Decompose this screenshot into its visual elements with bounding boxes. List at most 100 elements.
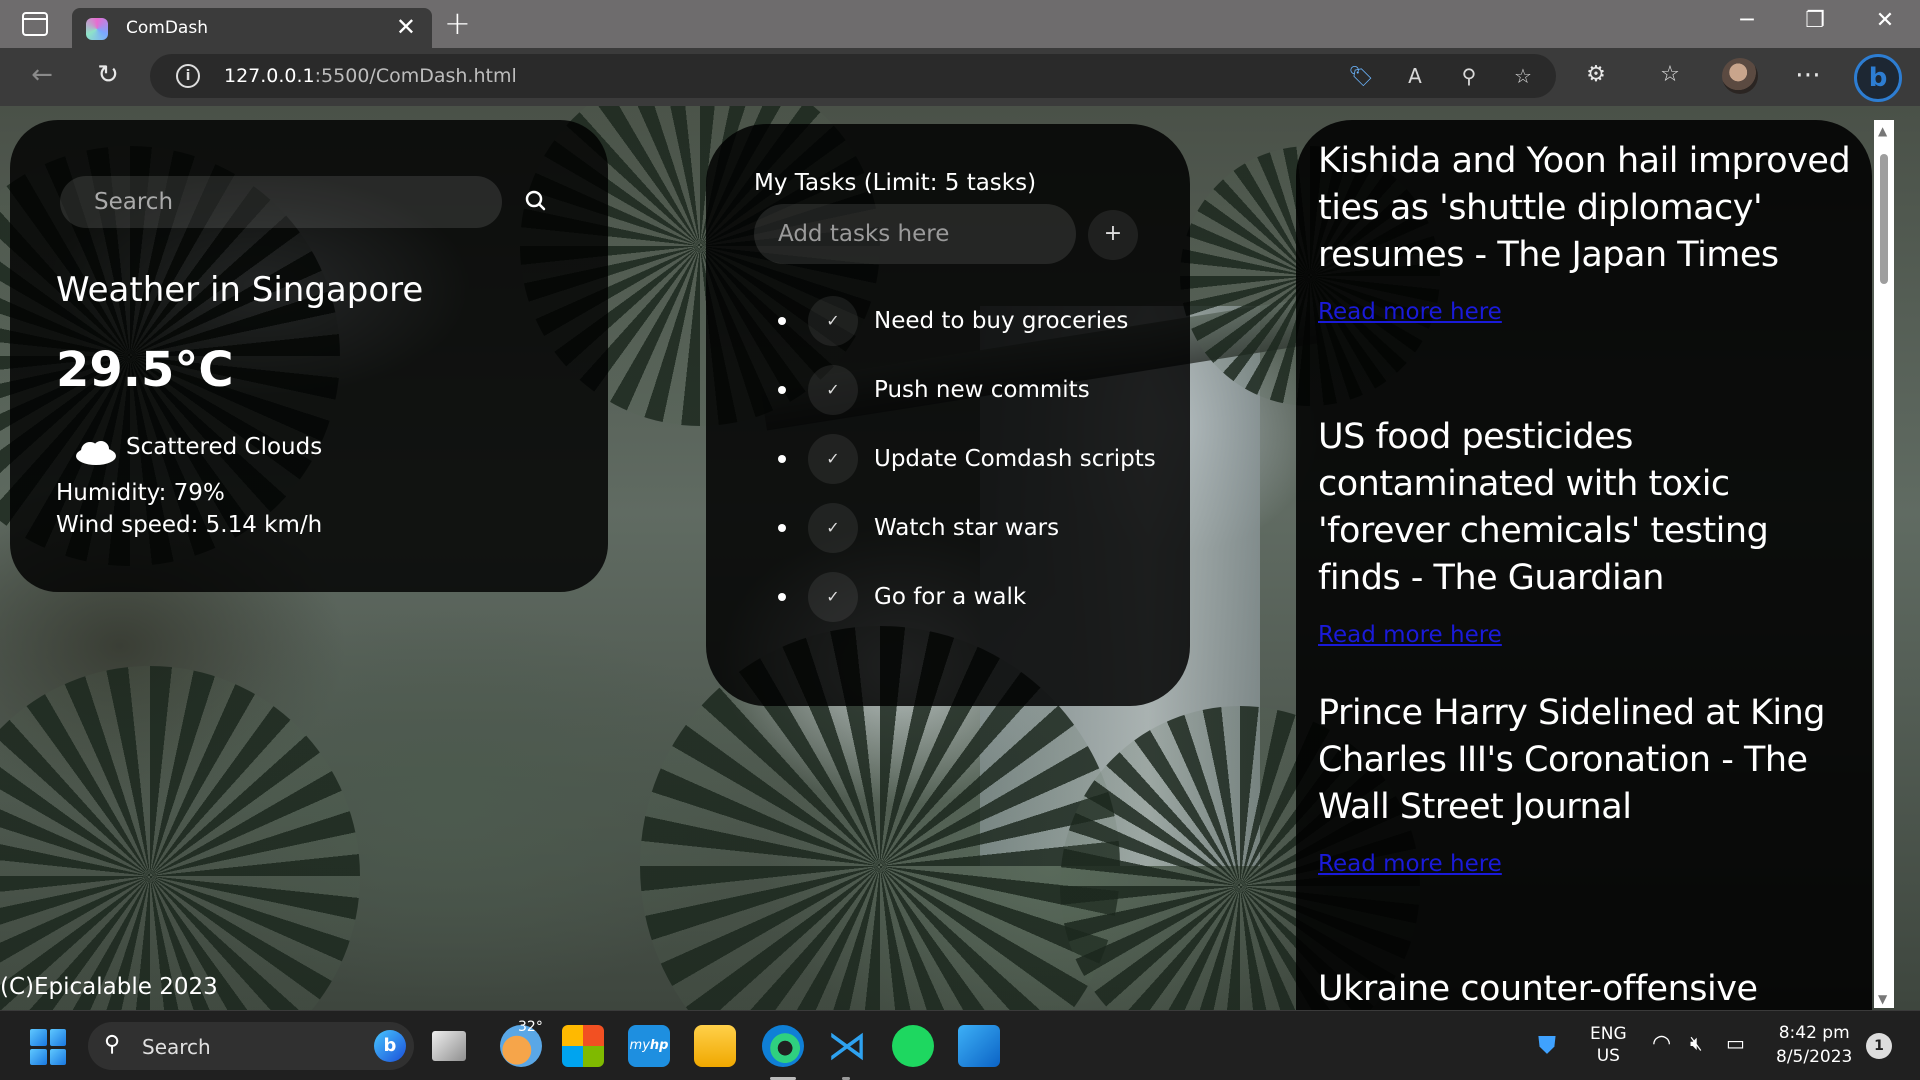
- task-view-icon[interactable]: [432, 1031, 466, 1061]
- task-label: Update Comdash scripts: [874, 445, 1156, 472]
- task-label: Need to buy groceries: [874, 307, 1129, 334]
- taskbar-search-label: Search: [142, 1035, 211, 1059]
- add-favorite-icon[interactable]: ☆: [1508, 64, 1538, 88]
- page-scrollbar[interactable]: ▲ ▼: [1874, 120, 1894, 1008]
- read-more-link[interactable]: Read more here: [1318, 299, 1858, 325]
- weather-title: Weather in Singapore: [56, 270, 424, 310]
- news-item: Prince Harry Sidelined at King Charles I…: [1318, 690, 1858, 877]
- windows-start-icon[interactable]: [30, 1029, 66, 1065]
- bullet-icon: [778, 454, 786, 463]
- weather-widget-temp: 32°: [518, 1019, 543, 1035]
- restore-icon[interactable]: ❐: [1790, 8, 1840, 33]
- humidity-text: Humidity: 79%: [56, 480, 225, 506]
- scroll-thumb[interactable]: [1880, 154, 1888, 284]
- file-explorer-icon[interactable]: [694, 1025, 736, 1067]
- read-more-link[interactable]: Read more here: [1318, 622, 1858, 648]
- news-item: Ukraine counter-offensive: [1318, 966, 1858, 1010]
- tab-title: ComDash: [126, 18, 208, 38]
- favorites-icon[interactable]: ☆: [1652, 60, 1688, 90]
- add-task-button[interactable]: +: [1088, 210, 1138, 260]
- check-icon[interactable]: ✓: [808, 502, 858, 553]
- tasks-card: My Tasks (Limit: 5 tasks) + ✓ Need to bu…: [706, 124, 1190, 706]
- task-item: ✓ Update Comdash scripts: [754, 424, 1156, 493]
- search-icon: [525, 190, 546, 211]
- close-window-icon[interactable]: ✕: [1860, 8, 1910, 33]
- battery-icon[interactable]: ▭: [1726, 1031, 1745, 1055]
- task-item: ✓ Need to buy groceries: [754, 286, 1156, 355]
- scroll-down-icon[interactable]: ▼: [1878, 992, 1887, 1006]
- notification-badge[interactable]: 1: [1866, 1033, 1892, 1059]
- browser-tab[interactable]: ComDash ✕: [72, 8, 432, 48]
- add-task-input[interactable]: [754, 204, 1076, 264]
- myhp-icon[interactable]: myhp: [628, 1025, 670, 1067]
- scroll-up-icon[interactable]: ▲: [1878, 124, 1887, 138]
- city-search-input[interactable]: [60, 176, 502, 228]
- page-background: Weather in Singapore 29.5°C Scattered Cl…: [0, 106, 1920, 1010]
- coupon-tag-icon[interactable]: 🏷: [1346, 64, 1376, 88]
- edge-browser-icon[interactable]: [762, 1025, 804, 1067]
- news-headline: US food pesticides contaminated with tox…: [1318, 417, 1769, 598]
- check-icon[interactable]: ✓: [808, 433, 858, 484]
- task-label: Go for a walk: [874, 583, 1027, 610]
- check-icon[interactable]: ✓: [808, 364, 858, 415]
- bullet-icon: [778, 523, 786, 532]
- more-options-icon[interactable]: ⋯: [1790, 60, 1826, 90]
- search-icon: ⚲: [104, 1032, 121, 1057]
- bullet-icon: [778, 385, 786, 394]
- site-info-icon[interactable]: i: [176, 64, 200, 88]
- task-label: Watch star wars: [874, 514, 1060, 541]
- tasks-header: My Tasks (Limit: 5 tasks): [754, 170, 1037, 196]
- wind-speed-text: Wind speed: 5.14 km/h: [56, 512, 323, 538]
- site-favicon-icon: [86, 18, 108, 40]
- task-item: ✓ Go for a walk: [754, 562, 1156, 631]
- security-shield-icon[interactable]: ⛊: [1538, 1031, 1556, 1059]
- spotify-icon[interactable]: [892, 1025, 934, 1067]
- app-icon[interactable]: [958, 1025, 1000, 1067]
- extensions-icon[interactable]: ⚙: [1578, 60, 1614, 90]
- task-item: ✓ Push new commits: [754, 355, 1156, 424]
- volume-muted-icon[interactable]: 🔇︎: [1690, 1031, 1703, 1055]
- news-headline: Ukraine counter-offensive: [1318, 969, 1758, 1009]
- microsoft-store-icon[interactable]: [562, 1025, 604, 1067]
- news-headline: Kishida and Yoon hail improved ties as '…: [1318, 141, 1851, 275]
- task-list: ✓ Need to buy groceries ✓ Push new commi…: [754, 286, 1156, 631]
- bing-chat-icon[interactable]: b: [1854, 54, 1902, 102]
- profile-avatar[interactable]: [1722, 58, 1758, 94]
- taskbar-clock[interactable]: 8:42 pm 8/5/2023: [1776, 1021, 1852, 1069]
- language-indicator[interactable]: ENG US: [1590, 1023, 1627, 1067]
- url-text[interactable]: 127.0.0.1:5500/ComDash.html: [224, 65, 517, 87]
- read-more-link[interactable]: Read more here: [1318, 851, 1858, 877]
- new-tab-icon[interactable]: +: [444, 6, 471, 40]
- task-item: ✓ Watch star wars: [754, 493, 1156, 562]
- zoom-out-icon[interactable]: ⚲: [1454, 64, 1484, 88]
- news-item: US food pesticides contaminated with tox…: [1318, 414, 1858, 648]
- browser-toolbar: ← ↻ i 127.0.0.1:5500/ComDash.html 🏷 A ⚲ …: [0, 48, 1920, 106]
- tab-actions-icon[interactable]: [22, 12, 48, 36]
- taskbar: ⚲ Search b 32° myhp ⋊ ⛊ ENG US ◠ 🔇︎ ▭ 8:4…: [0, 1010, 1920, 1080]
- taskbar-search[interactable]: ⚲ Search b: [88, 1022, 414, 1070]
- check-icon[interactable]: ✓: [808, 571, 858, 622]
- background-palm: [0, 666, 360, 1010]
- close-tab-icon[interactable]: ✕: [396, 14, 416, 40]
- search-button[interactable]: [512, 178, 560, 226]
- news-card: Kishida and Yoon hail improved ties as '…: [1296, 120, 1872, 1010]
- temperature: 29.5°C: [56, 342, 234, 398]
- bing-icon[interactable]: b: [374, 1030, 406, 1062]
- refresh-icon[interactable]: ↻: [90, 60, 126, 90]
- bullet-icon: [778, 316, 786, 325]
- vscode-icon[interactable]: ⋊: [826, 1025, 868, 1067]
- news-item: Kishida and Yoon hail improved ties as '…: [1318, 138, 1858, 325]
- address-bar[interactable]: i 127.0.0.1:5500/ComDash.html 🏷 A ⚲ ☆: [150, 54, 1556, 98]
- wifi-icon[interactable]: ◠: [1652, 1031, 1671, 1056]
- back-icon[interactable]: ←: [24, 60, 60, 90]
- weather-description: Scattered Clouds: [126, 434, 323, 460]
- minimize-icon[interactable]: ─: [1722, 8, 1772, 33]
- footer-copyright: (C)Epicalable 2023: [0, 974, 218, 1000]
- weather-card: Weather in Singapore 29.5°C Scattered Cl…: [10, 120, 608, 592]
- cloud-icon: [76, 441, 116, 465]
- bullet-icon: [778, 592, 786, 601]
- task-label: Push new commits: [874, 376, 1090, 403]
- news-headline: Prince Harry Sidelined at King Charles I…: [1318, 693, 1826, 827]
- check-icon[interactable]: ✓: [808, 295, 858, 346]
- read-aloud-icon[interactable]: A: [1400, 64, 1430, 88]
